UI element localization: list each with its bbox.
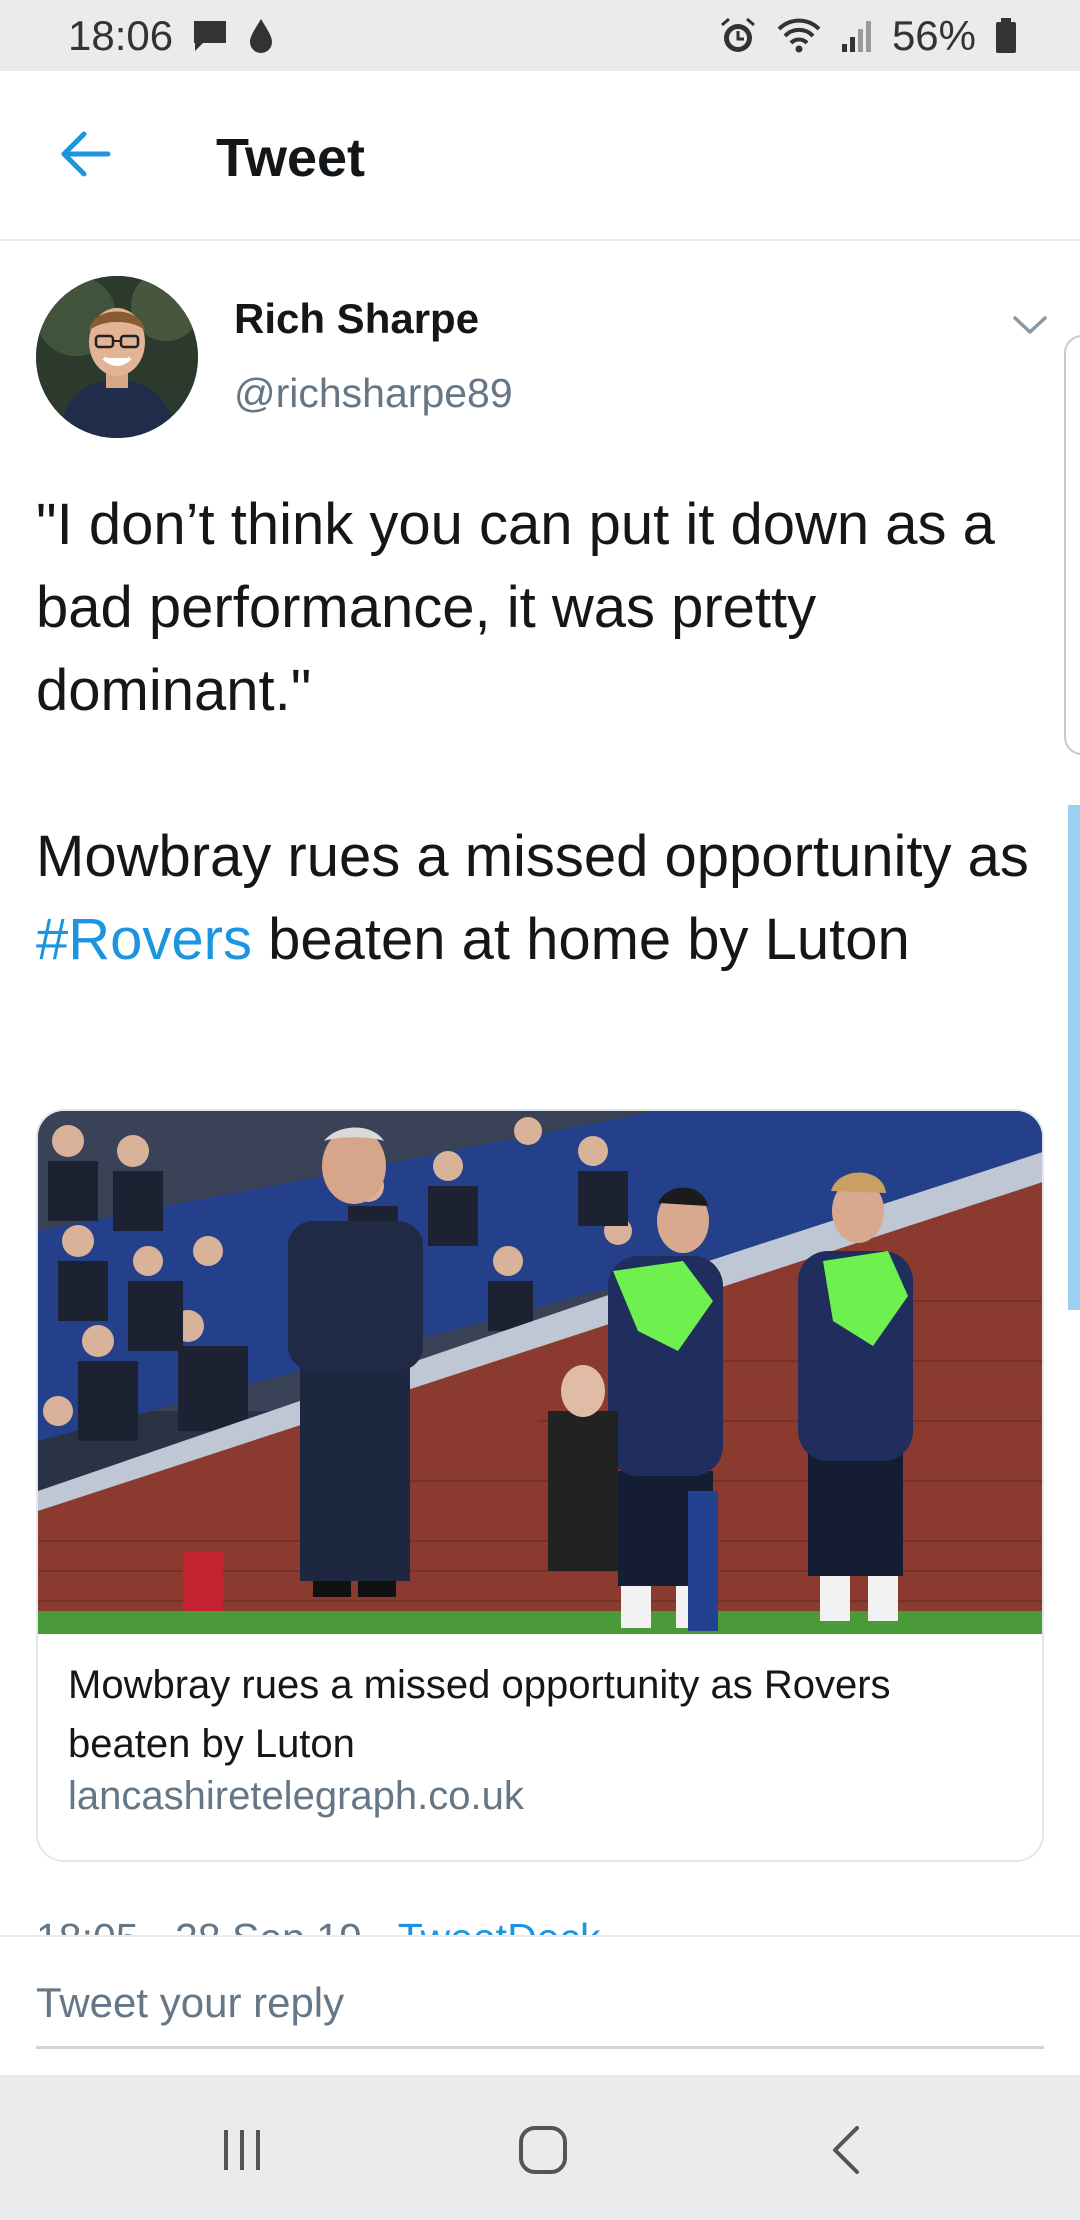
tweet-source-link[interactable]: TweetDeck (398, 1915, 601, 1935)
back-button[interactable] (52, 121, 118, 187)
home-button[interactable] (503, 2115, 583, 2185)
drop-icon (247, 17, 275, 55)
tweet-text: "I don’t think you can put it down as a … (36, 483, 1046, 981)
scrollbar-thumb[interactable] (1068, 805, 1080, 1310)
battery-icon (994, 17, 1018, 55)
tweet-body-end: beaten at home by Luton (251, 907, 910, 972)
author-name[interactable]: Rich Sharpe (234, 295, 479, 343)
tweet-timestamp: 18:05 · 28 Sep 19 · (36, 1915, 398, 1935)
status-bar: 18:06 56% (0, 0, 1080, 71)
wifi-icon (776, 17, 822, 55)
edge-panel-handle[interactable] (1064, 335, 1080, 755)
tweet-body: Mowbray rues a missed opportunity as #Ro… (36, 815, 1046, 981)
battery-percent: 56% (891, 11, 976, 59)
tweet-quote: "I don’t think you can put it down as a … (36, 492, 995, 723)
system-nav-bar (0, 2075, 1080, 2220)
avatar[interactable] (36, 276, 198, 438)
back-chevron-icon (833, 2126, 859, 2174)
chevron-down-icon (1013, 316, 1047, 334)
message-icon (191, 18, 229, 54)
author-handle[interactable]: @richsharpe89 (234, 370, 513, 417)
status-time: 18:06 (68, 11, 174, 59)
arrow-left-icon (61, 131, 111, 177)
home-icon (519, 2126, 567, 2174)
card-title: Mowbray rues a missed opportunity as Rov… (68, 1663, 891, 1766)
reply-bar (0, 1935, 1080, 2075)
tweet-meta: 18:05 · 28 Sep 19 · TweetDeck (36, 1915, 601, 1935)
app-header: Tweet (0, 71, 1080, 241)
status-left: 18:06 (68, 12, 275, 60)
card-domain: lancashiretelegraph.co.uk (68, 1774, 524, 1818)
more-options-button[interactable] (1010, 305, 1050, 345)
tweet: Rich Sharpe @richsharpe89 "I don’t think… (0, 243, 1080, 1935)
page-title: Tweet (216, 128, 366, 188)
hashtag-link[interactable]: #Rovers (36, 907, 252, 972)
recent-apps-button[interactable] (202, 2115, 282, 2185)
recent-apps-icon (224, 2130, 260, 2170)
tweet-body-start: Mowbray rues a missed opportunity as (36, 824, 1029, 889)
reply-input[interactable] (36, 1959, 1044, 2049)
card-image (38, 1111, 1042, 1634)
signal-icon (840, 18, 874, 54)
link-card[interactable]: Mowbray rues a missed opportunity as Rov… (36, 1109, 1044, 1862)
status-right: 56% (718, 12, 1018, 60)
back-nav-button[interactable] (806, 2115, 886, 2185)
alarm-icon (718, 16, 758, 56)
